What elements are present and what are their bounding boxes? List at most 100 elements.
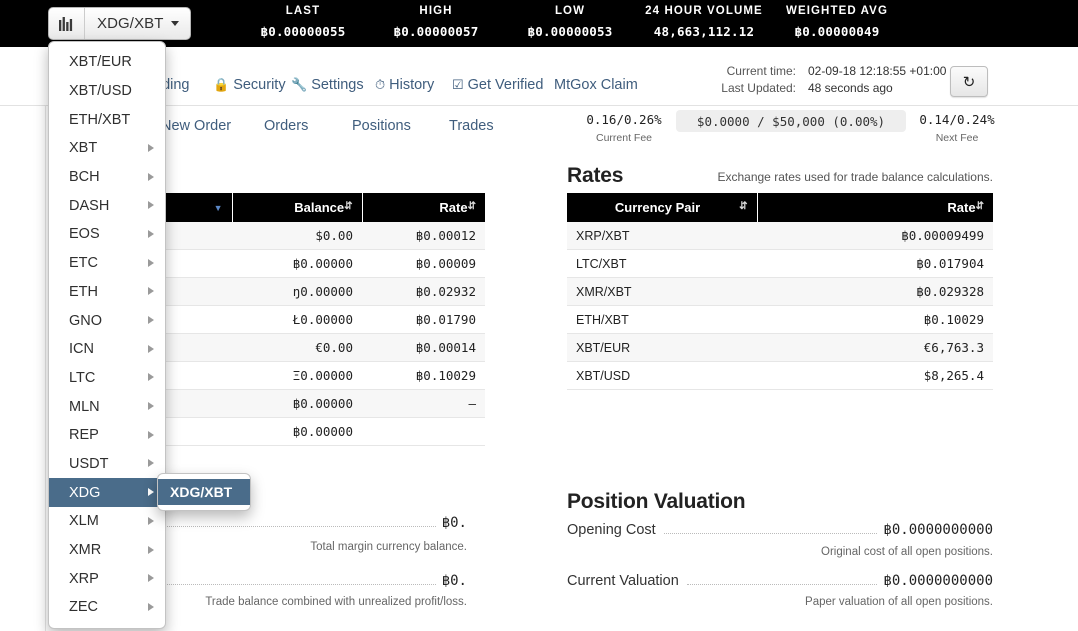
tab-trades[interactable]: Trades	[449, 118, 494, 134]
dropdown-item-etc[interactable]: ETC	[49, 249, 165, 278]
wrench-icon: 🔧	[291, 77, 307, 92]
cell-rate: ฿0.10029	[362, 362, 485, 390]
dropdown-item-label: XBT	[69, 140, 97, 156]
dropdown-item-xbt-eur[interactable]: XBT/EUR	[49, 48, 165, 77]
tab-new-order[interactable]: New Order	[161, 118, 231, 134]
dropdown-item-eth[interactable]: ETH	[49, 278, 165, 307]
dropdown-item-label: XDG	[69, 485, 100, 501]
cell-rate: ฿0.029328	[757, 278, 993, 306]
current-fee-value: 0.16/0.26%	[586, 112, 661, 127]
cell-rate: ฿0.017904	[757, 250, 993, 278]
balances-col-balance[interactable]: Balance ⇵	[232, 193, 362, 222]
chevron-right-icon	[148, 173, 154, 181]
cell-balance: Ł0.00000	[232, 306, 362, 334]
dropdown-item-usdt[interactable]: USDT	[49, 450, 165, 479]
rates-col-currency-pair[interactable]: Currency Pair ⇵	[567, 193, 757, 222]
nav-item-settings[interactable]: 🔧Settings	[291, 77, 364, 93]
chevron-right-icon	[148, 230, 154, 238]
table-row[interactable]: XRP/XBT ฿0.00009499	[567, 222, 993, 250]
dropdown-item-label: XLM	[69, 513, 99, 529]
col-label: Balance	[294, 200, 344, 215]
cell-rate: ฿0.00009499	[757, 222, 993, 250]
dropdown-item-rep[interactable]: REP	[49, 421, 165, 450]
ticker-bar: XDG/XBT LAST ฿0.00000055 HIGH ฿0.0000005…	[0, 0, 1078, 47]
table-row[interactable]: LTC/XBT ฿0.017904	[567, 250, 993, 278]
nav-item-label: Get Verified	[468, 77, 544, 93]
nav-item-mtgox-claim[interactable]: MtGox Claim	[554, 77, 638, 93]
ticker-stat-label: 24 HOUR VOLUME	[623, 5, 785, 17]
nav-item-label: MtGox Claim	[554, 77, 638, 93]
balances-col-rate[interactable]: Rate ⇵	[362, 193, 485, 222]
trade-balance-value: ฿0.	[442, 573, 467, 589]
dropdown-item-xlm[interactable]: XLM	[49, 507, 165, 536]
ticker-stat-last: LAST ฿0.00000055	[238, 5, 368, 39]
dropdown-item-ltc[interactable]: LTC	[49, 364, 165, 393]
pair-selector-label-cell[interactable]: XDG/XBT	[85, 8, 190, 39]
chevron-right-icon	[148, 201, 154, 209]
cell-rate: ฿0.10029	[757, 306, 993, 334]
nav-item-label: Security	[233, 77, 285, 93]
dropdown-item-eth-xbt[interactable]: ETH/XBT	[49, 105, 165, 134]
margin-balance-value: ฿0.	[442, 515, 467, 531]
cell-rate: ฿0.00009	[362, 250, 485, 278]
submenu-item-xdg-xbt[interactable]: XDG/XBT	[158, 479, 250, 505]
clock-icon: ⏱	[375, 77, 385, 92]
cell-balance: ฿0.00000	[232, 418, 362, 446]
cell-balance: ฿0.00000	[232, 390, 362, 418]
dropdown-item-zec[interactable]: ZEC	[49, 593, 165, 622]
dropdown-item-eos[interactable]: EOS	[49, 220, 165, 249]
nav-item-history[interactable]: ⏱ History	[375, 77, 434, 93]
dropdown-item-icn[interactable]: ICN	[49, 335, 165, 364]
rates-col-rate[interactable]: Rate ⇵	[757, 193, 993, 222]
ticker-stat-value: 48,663,112.12	[623, 24, 785, 39]
cell-balance: ŋ0.00000	[232, 278, 362, 306]
table-row[interactable]: XBT/EUR €6,763.3	[567, 334, 993, 362]
cell-rate	[362, 418, 485, 446]
chevron-right-icon	[148, 574, 154, 582]
chevron-down-icon	[171, 21, 179, 26]
dropdown-item-gno[interactable]: GNO	[49, 306, 165, 335]
dropdown-item-xdg[interactable]: XDG	[49, 478, 165, 507]
dropdown-item-xmr[interactable]: XMR	[49, 536, 165, 565]
nav-item-label: History	[389, 77, 434, 93]
lock-icon: 🔒	[213, 77, 229, 92]
current-fee-caption: Current Fee	[581, 132, 667, 144]
dropdown-item-bch[interactable]: BCH	[49, 163, 165, 192]
ticker-stat-low: LOW ฿0.00000053	[505, 5, 635, 39]
cell-rate: $8,265.4	[757, 362, 993, 390]
tab-label: New Order	[161, 118, 231, 134]
tab-label: Positions	[352, 118, 411, 134]
rates-table: Currency Pair ⇵ Rate ⇵ XRP/XBT ฿0.000094…	[567, 193, 993, 390]
trading-account-page: XDG/XBT LAST ฿0.00000055 HIGH ฿0.0000005…	[0, 0, 1078, 631]
table-row[interactable]: XMR/XBT ฿0.029328	[567, 278, 993, 306]
pair-dropdown-menu[interactable]: XBT/EUR XBT/USD ETH/XBT XBT BCH DASH EOS…	[48, 41, 166, 629]
current-valuation-label: Current Valuation	[567, 573, 679, 589]
ticker-stat-value: ฿0.00000053	[505, 24, 635, 39]
nav-item-get-verified[interactable]: ☑Get Verified	[452, 77, 543, 93]
dropdown-item-xbt-usd[interactable]: XBT/USD	[49, 77, 165, 106]
nav-item-security[interactable]: 🔒 Security	[213, 77, 286, 93]
dropdown-item-label: XMR	[69, 542, 101, 558]
cell-pair: ETH/XBT	[567, 306, 757, 334]
dropdown-item-label: XRP	[69, 571, 99, 587]
table-row[interactable]: XBT/USD $8,265.4	[567, 362, 993, 390]
chevron-right-icon	[148, 259, 154, 267]
cell-rate: €6,763.3	[757, 334, 993, 362]
refresh-button[interactable]: ↻	[950, 66, 988, 97]
table-row[interactable]: ETH/XBT ฿0.10029	[567, 306, 993, 334]
pair-selector-button[interactable]: XDG/XBT	[48, 7, 191, 40]
col-label: Rate	[947, 200, 975, 215]
pair-submenu[interactable]: XDG/XBT	[157, 473, 251, 511]
dropdown-item-mln[interactable]: MLN	[49, 392, 165, 421]
dot-leader	[664, 533, 878, 534]
dropdown-item-xbt[interactable]: XBT	[49, 134, 165, 163]
tab-orders[interactable]: Orders	[264, 118, 308, 134]
chevron-right-icon	[148, 488, 154, 496]
dropdown-item-xrp[interactable]: XRP	[49, 564, 165, 593]
bar-chart-icon[interactable]	[49, 8, 85, 39]
dropdown-item-label: ETH/XBT	[69, 112, 130, 128]
dropdown-item-dash[interactable]: DASH	[49, 191, 165, 220]
current-fee-block: 0.16/0.26% Current Fee	[581, 111, 667, 144]
tab-positions[interactable]: Positions	[352, 118, 411, 134]
cell-rate: ฿0.02932	[362, 278, 485, 306]
